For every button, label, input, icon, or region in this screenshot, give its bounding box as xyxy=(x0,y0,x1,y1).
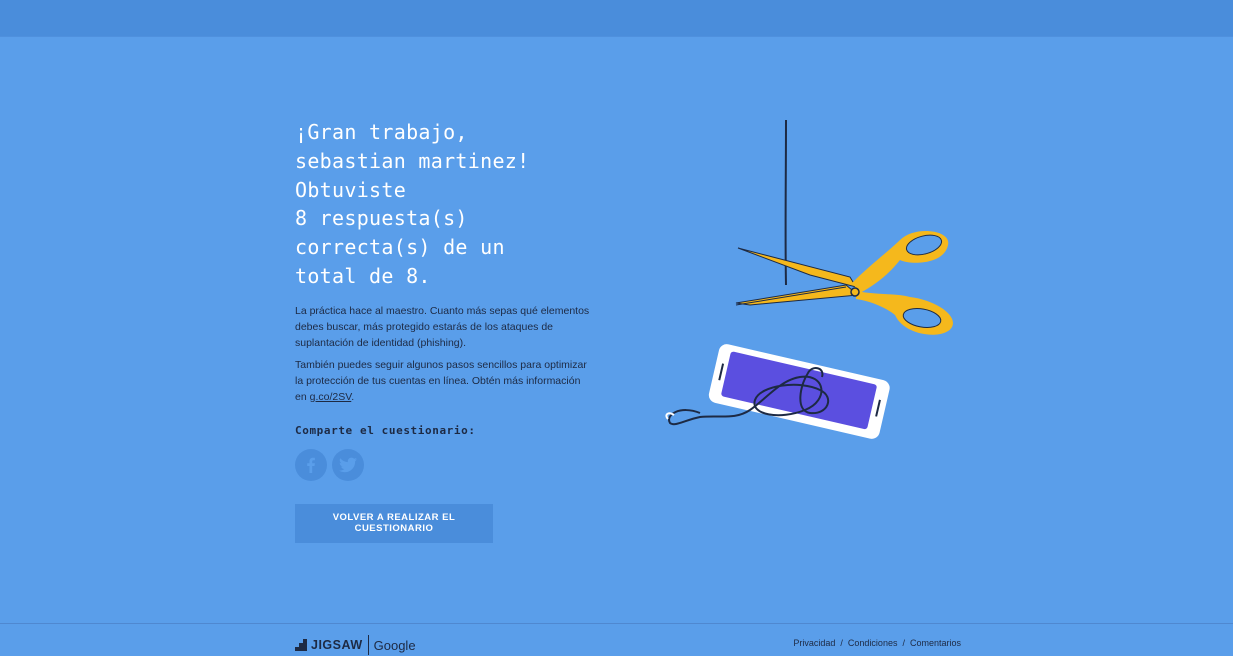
jigsaw-logo-icon xyxy=(295,639,307,651)
facebook-icon xyxy=(307,457,315,473)
google-logo-text: Google xyxy=(373,637,416,653)
top-bar xyxy=(0,0,1233,37)
security-paragraph-end: . xyxy=(351,390,355,403)
retake-quiz-button[interactable]: VOLVER A REALIZAR EL CUESTIONARIO xyxy=(295,503,493,543)
facebook-share-button[interactable] xyxy=(295,448,327,481)
twitter-share-button[interactable] xyxy=(332,448,364,481)
scissors-phone-illustration xyxy=(665,119,953,439)
headline-line: ¡Gran trabajo, xyxy=(295,120,468,144)
brand-divider xyxy=(367,635,369,655)
share-buttons xyxy=(295,448,595,481)
twitter-icon xyxy=(339,457,357,472)
phone xyxy=(708,344,890,439)
footer-separator: / xyxy=(840,638,843,648)
footer-separator: / xyxy=(902,638,905,648)
headline-line: correcta(s) de un xyxy=(295,235,505,260)
headline-line: Obtuviste xyxy=(295,177,407,202)
privacy-link[interactable]: Privacidad xyxy=(793,638,835,648)
headline-line: sebastian martinez! xyxy=(295,148,530,173)
feedback-link[interactable]: Comentarios xyxy=(910,638,961,648)
scissors-upper-blade xyxy=(737,247,858,288)
results-content: ¡Gran trabajo, sebastian martinez! Obtuv… xyxy=(295,118,595,543)
security-paragraph: También puedes seguir algunos pasos senc… xyxy=(295,357,591,405)
jigsaw-logo-text: JIGSAW xyxy=(311,638,363,652)
results-headline: ¡Gran trabajo, sebastian martinez! Obtuv… xyxy=(295,118,595,291)
headline-line: 8 respuesta(s) xyxy=(295,206,468,231)
practice-paragraph: La práctica hace al maestro. Cuanto más … xyxy=(295,304,590,349)
results-page: ¡Gran trabajo, sebastian martinez! Obtuv… xyxy=(0,0,1233,656)
scissors-pivot xyxy=(850,287,860,297)
footer-links: Privacidad / Condiciones / Comentarios xyxy=(793,638,961,648)
2sv-link[interactable]: g.co/2SV xyxy=(310,391,352,403)
footer-brand: JIGSAW Google xyxy=(295,634,416,656)
headline-line: total de 8. xyxy=(295,263,431,288)
share-label: Comparte el cuestionario: xyxy=(295,423,476,437)
footer: JIGSAW Google Privacidad / Condiciones /… xyxy=(0,623,1233,656)
terms-link[interactable]: Condiciones xyxy=(848,638,898,648)
